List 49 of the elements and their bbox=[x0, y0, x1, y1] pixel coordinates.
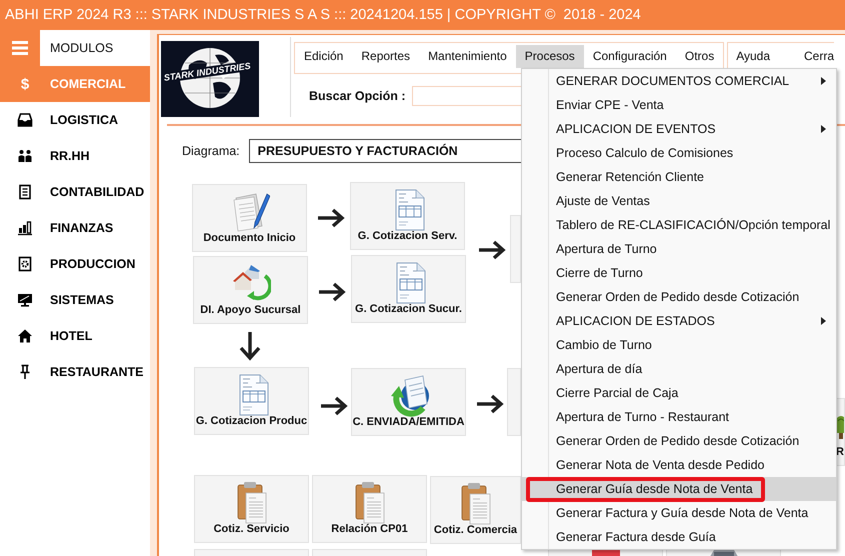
menu-item[interactable]: Apertura de día bbox=[522, 357, 836, 381]
search-label: Buscar Opción : bbox=[309, 89, 406, 103]
diagram-tile[interactable]: G. Cotizacion Serv. bbox=[350, 182, 465, 250]
diagram-tile[interactable]: C. ENVIADA/EMITIDA bbox=[351, 368, 466, 436]
menu-item[interactable]: Ajuste de Ventas bbox=[522, 189, 836, 213]
sidebar-item[interactable]: PRODUCCION bbox=[0, 246, 150, 282]
menu-item[interactable]: Generar Orden de Pedido desde Cotización bbox=[522, 429, 836, 453]
menu-item[interactable]: APLICACION DE ESTADOS bbox=[522, 309, 836, 333]
menu-item[interactable]: Tablero de RE-CLASIFICACIÓN/Opción temporal bbox=[522, 213, 836, 237]
sidebar-item[interactable]: RESTAURANTE bbox=[0, 354, 150, 390]
sidebar-item[interactable]: LOGISTICA bbox=[0, 102, 150, 138]
diagram-label: Diagrama: bbox=[182, 144, 240, 158]
sidebar-item[interactable]: RR.HH bbox=[0, 138, 150, 174]
menu-item[interactable]: Cambio de Turno bbox=[522, 333, 836, 357]
sidebar-item[interactable]: HOTEL bbox=[0, 318, 150, 354]
window-title: ABHI ERP 2024 R3 ::: STARK INDUSTRIES S A S ::: 20241204.155 | COPYRIGHT © 2018 - 2024 bbox=[4, 6, 641, 25]
menu-item[interactable]: Generar Orden de Pedido desde Cotización bbox=[522, 285, 836, 309]
menu-item[interactable]: Generar Retención Cliente bbox=[522, 165, 836, 189]
diagram-tile[interactable]: Documento Inicio bbox=[192, 184, 307, 252]
menu-item[interactable]: Otros bbox=[676, 45, 724, 68]
menu-item[interactable]: Generar Factura y Guía desde Nota de Venta bbox=[522, 501, 836, 525]
menu-item[interactable]: Cerra bbox=[796, 45, 834, 68]
menu-item[interactable]: Generar Guía desde Nota de Venta bbox=[522, 477, 836, 501]
menu-item[interactable]: Cierre de Turno bbox=[522, 261, 836, 285]
diagram-tile[interactable]: G. Cotizacion Produc bbox=[194, 367, 309, 435]
diagram-tile[interactable]: Relación CP01 bbox=[312, 475, 427, 543]
menu-item[interactable]: GENERAR DOCUMENTOS COMERCIAL bbox=[522, 69, 836, 93]
menu-item[interactable]: Apertura de Turno - Restaurant bbox=[522, 405, 836, 429]
sidebar-item[interactable]: FINANZAS bbox=[0, 210, 150, 246]
menu-item[interactable]: Enviar CPE - Venta bbox=[522, 93, 836, 117]
menu-item[interactable]: Edición bbox=[295, 45, 352, 68]
menu-item[interactable]: Reportes bbox=[352, 45, 420, 68]
diagram-tile[interactable]: DI. Apoyo Sucursal bbox=[193, 256, 308, 324]
menu-item[interactable]: APLICACION DE EVENTOS bbox=[522, 117, 836, 141]
menu-item[interactable]: Mantenimiento bbox=[419, 45, 516, 68]
sidebar-item[interactable]: CONTABILIDAD bbox=[0, 174, 150, 210]
diagram-tile[interactable]: Cotiz. Servicio bbox=[194, 475, 309, 543]
diagram-tile[interactable]: Cotiz. Comercia bbox=[430, 476, 521, 544]
menu-item[interactable]: Ayuda bbox=[728, 45, 774, 68]
menu-item[interactable]: Apertura de Turno bbox=[522, 237, 836, 261]
menu-item[interactable]: Procesos bbox=[516, 45, 584, 68]
menu-item[interactable]: Generar Nota de Venta desde Pedido bbox=[522, 453, 836, 477]
menu-item[interactable]: Configuración bbox=[584, 45, 676, 68]
sidebar-item[interactable]: SISTEMAS bbox=[0, 282, 150, 318]
currency-symbol: $ bbox=[20, 76, 30, 92]
menu-item[interactable]: Cierre Parcial de Caja bbox=[522, 381, 836, 405]
modules-heading: MODULOS bbox=[49, 40, 114, 57]
menu-item[interactable]: Generar Factura desde Guía bbox=[522, 525, 836, 549]
diagram-tile[interactable]: G. Cotizacion Sucur. bbox=[351, 255, 466, 323]
